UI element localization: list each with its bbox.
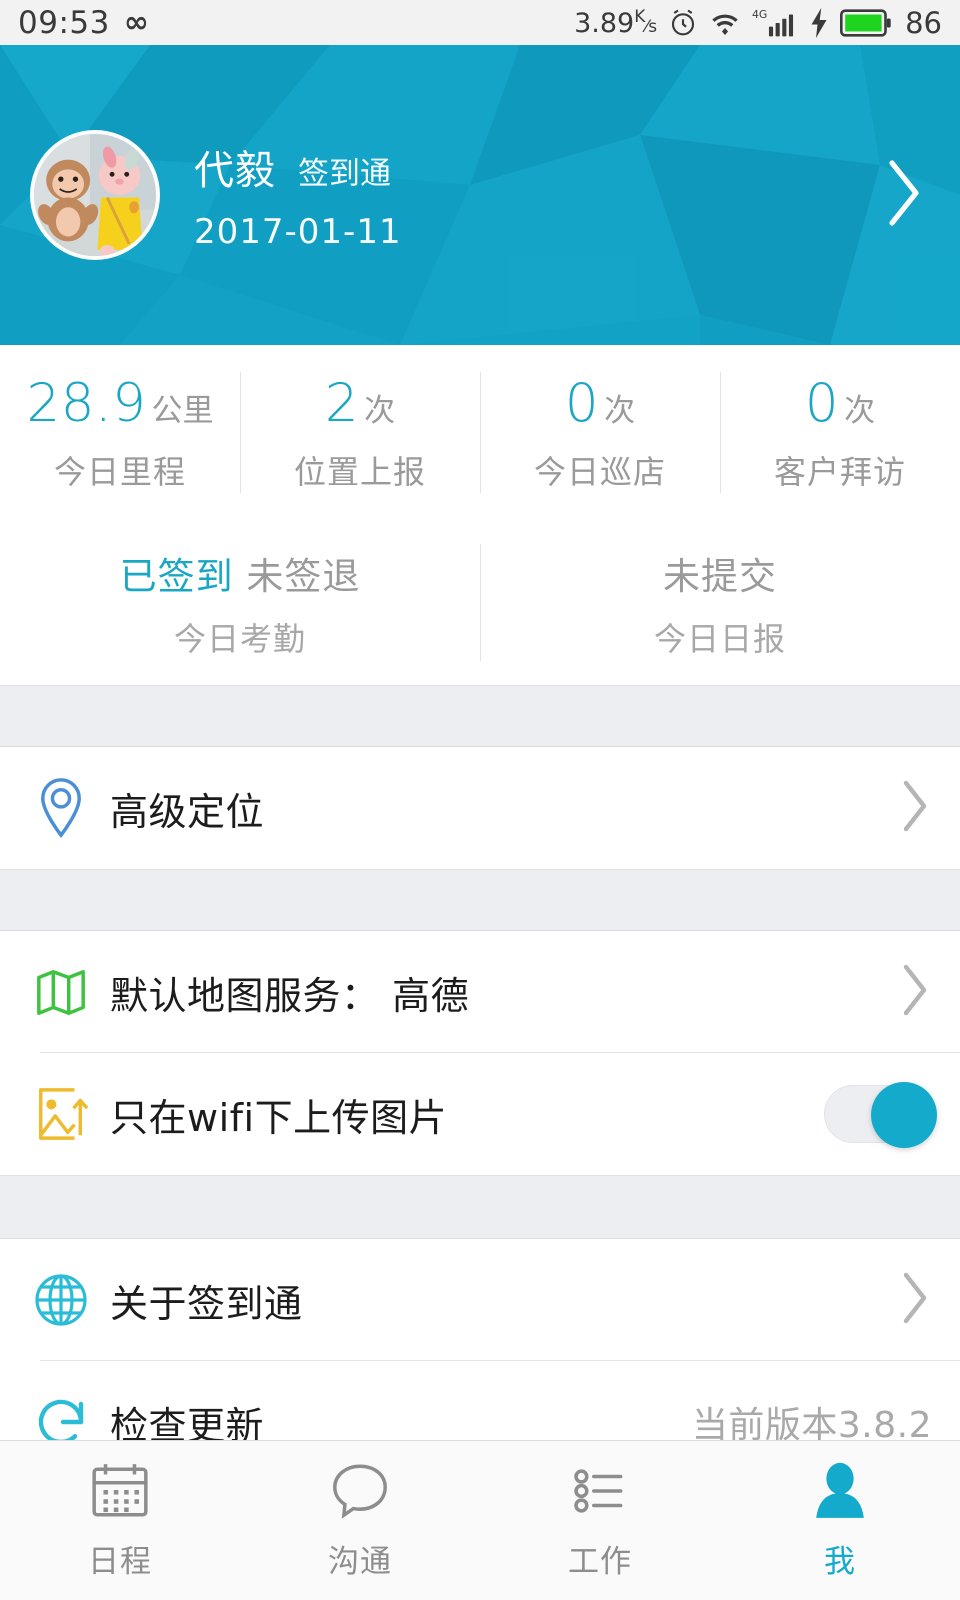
list-item-accessory: [890, 775, 932, 841]
toggle-knob: [871, 1082, 937, 1148]
svg-text:4G: 4G: [752, 8, 767, 21]
speed-unit-denominator: s: [648, 16, 658, 37]
chevron-right-icon[interactable]: [898, 1267, 932, 1333]
status-bar-right: 3.89K⁄s 4G 86: [574, 6, 942, 40]
tab-communication[interactable]: 沟通: [240, 1441, 480, 1600]
globe-icon: [28, 1272, 94, 1328]
tab-schedule[interactable]: 日程: [0, 1441, 240, 1600]
attendance-checked-in: 已签到: [119, 554, 234, 598]
stat-value: 28.9: [26, 372, 147, 434]
stat-today-mileage[interactable]: 28.9 公里 今日里程: [0, 345, 240, 520]
avatar-plush-toys-photo: [34, 134, 156, 256]
map-icon: [28, 964, 94, 1020]
stat-label: 位置上报: [293, 452, 426, 491]
tab-work[interactable]: 工作: [480, 1441, 720, 1600]
list-item-accessory: [890, 1267, 932, 1333]
status-bar: 09:53 ∞ 3.89K⁄s 4G 86: [0, 0, 960, 45]
stat-value: 0: [804, 372, 840, 434]
list-item-label: 只在wifi下上传图片: [110, 1095, 448, 1140]
status-bar-left: 09:53 ∞: [18, 5, 149, 41]
chevron-right-icon[interactable]: [898, 775, 932, 841]
speed-unit-numerator: K: [634, 6, 646, 27]
cellular-signal-icon: 4G: [752, 7, 798, 39]
chat-bubble-icon: [329, 1460, 391, 1526]
profile-text: 代毅 签到通 2017-01-11: [194, 138, 402, 252]
charging-bolt-icon: [809, 7, 829, 38]
alarm-clock-icon: [668, 8, 698, 38]
wifi-icon: [709, 9, 741, 37]
stat-location-reports[interactable]: 2 次 位置上报: [240, 345, 480, 520]
infinity-icon: ∞: [123, 4, 149, 40]
network-speed-value: 3.89: [574, 7, 635, 39]
network-speed-indicator: 3.89K⁄s: [574, 6, 658, 39]
current-date: 2017-01-11: [194, 212, 402, 252]
list-item-label: 高级定位: [110, 789, 265, 834]
stats-row: 28.9 公里 今日里程 2 次 位置上报 0 次 今日巡店 0 次 客户拜访: [0, 345, 960, 520]
profile-header[interactable]: 代毅 签到通 2017-01-11: [0, 45, 960, 345]
task-list-icon: [569, 1460, 631, 1526]
tab-label: 沟通: [328, 1544, 392, 1580]
status-label: 今日日报: [653, 619, 786, 658]
stats-card: 28.9 公里 今日里程 2 次 位置上报 0 次 今日巡店 0 次 客户拜访: [0, 345, 960, 685]
wifi-upload-toggle[interactable]: [824, 1082, 937, 1148]
stat-value: 0: [564, 372, 600, 434]
status-attendance[interactable]: 已签到 未签退 今日考勤: [0, 520, 480, 685]
map-pin-icon: [28, 777, 94, 839]
bottom-tab-bar: 日程 沟通 工作 我: [0, 1440, 960, 1600]
chevron-right-icon[interactable]: [882, 153, 926, 237]
tab-label: 我: [824, 1544, 856, 1580]
list-item-map-service[interactable]: 默认地图服务： 高德: [0, 931, 960, 1053]
list-item-accessory: [824, 1082, 937, 1148]
status-daily-report[interactable]: 未提交 今日日报: [480, 520, 960, 685]
tab-label: 日程: [88, 1544, 152, 1580]
battery-percentage: 86: [905, 5, 942, 40]
image-upload-icon: [28, 1085, 94, 1143]
stat-value: 2: [324, 372, 360, 434]
tab-label: 工作: [568, 1544, 632, 1580]
list-item-label: 默认地图服务： 高德: [110, 973, 470, 1018]
stat-unit: 次: [844, 392, 876, 429]
person-icon: [809, 1460, 871, 1526]
list-item-label: 关于签到通: [110, 1281, 303, 1326]
avatar[interactable]: [30, 130, 160, 260]
report-not-submitted: 未提交: [663, 554, 777, 598]
stat-label: 今日巡店: [533, 452, 666, 491]
stat-unit: 公里: [151, 392, 214, 429]
tab-me[interactable]: 我: [720, 1441, 960, 1600]
stat-unit: 次: [604, 392, 636, 429]
status-row: 已签到 未签退 今日考勤 未提交 今日日报: [0, 520, 960, 685]
chevron-right-icon[interactable]: [898, 959, 932, 1025]
calendar-icon: [89, 1460, 151, 1526]
user-name: 代毅: [194, 148, 276, 194]
stat-label: 今日里程: [53, 452, 186, 491]
section-spacer: [0, 685, 960, 747]
section-spacer: [0, 869, 960, 931]
status-bar-clock: 09:53: [18, 4, 110, 41]
status-label: 今日考勤: [173, 619, 306, 658]
list-item-accessory: [890, 959, 932, 1025]
stat-label: 客户拜访: [773, 452, 906, 491]
list-item-advanced-location[interactable]: 高级定位: [0, 747, 960, 869]
list-item-wifi-upload[interactable]: 只在wifi下上传图片: [0, 1053, 960, 1175]
stat-customer-visits[interactable]: 0 次 客户拜访: [720, 345, 960, 520]
app-name: 签到通: [298, 156, 391, 192]
list-item-about[interactable]: 关于签到通: [0, 1239, 960, 1361]
attendance-not-checked-out: 未签退: [246, 554, 361, 598]
stat-unit: 次: [364, 392, 396, 429]
section-spacer: [0, 1175, 960, 1239]
stat-store-visits[interactable]: 0 次 今日巡店: [480, 345, 720, 520]
battery-icon: [840, 8, 892, 38]
